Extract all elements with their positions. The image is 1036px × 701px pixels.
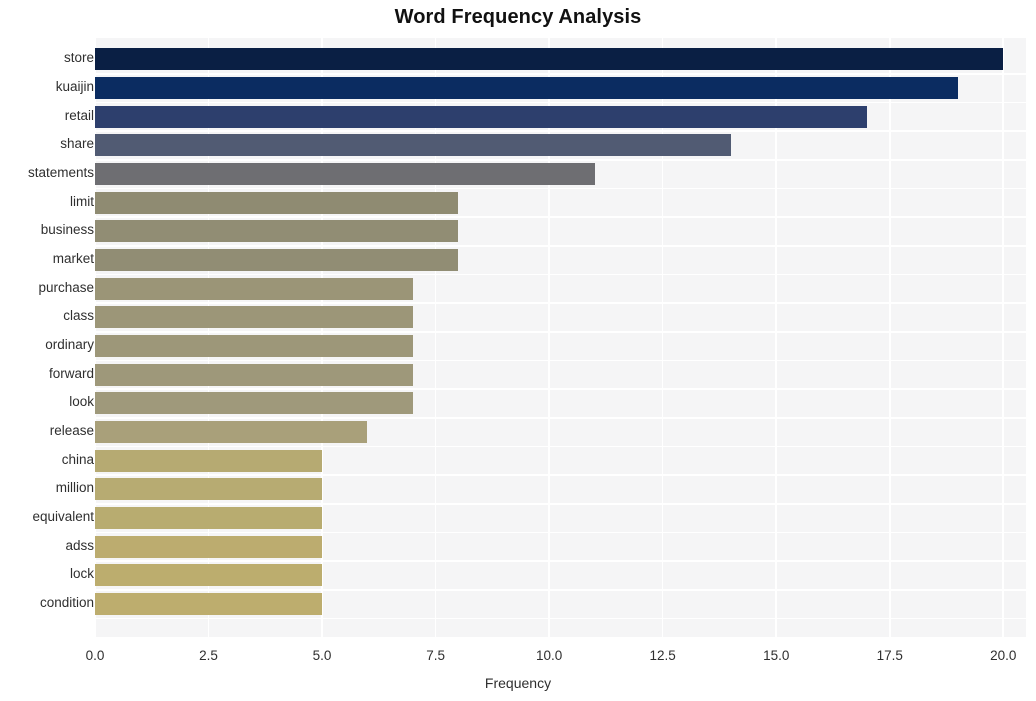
chart-title: Word Frequency Analysis: [394, 6, 642, 28]
y-tick-label-china: china: [61, 451, 94, 467]
y-gridline: [95, 617, 1026, 620]
y-tick-label-purchase: purchase: [38, 279, 94, 295]
y-gridline: [95, 359, 1026, 362]
x-tick-label-10.0: 10.0: [536, 648, 563, 663]
x-gridline: [434, 38, 437, 637]
x-tick-label-2.5: 2.5: [199, 648, 218, 663]
bar-class: [95, 306, 413, 329]
x-gridline: [1002, 38, 1005, 637]
x-axis-label: Frequency: [484, 675, 552, 691]
y-gridline: [95, 330, 1026, 333]
y-tick-label-store: store: [63, 50, 94, 66]
y-gridline: [95, 216, 1026, 218]
y-tick-label-market: market: [52, 251, 94, 267]
bar-limit: [95, 191, 459, 214]
y-gridline: [95, 273, 1026, 276]
y-gridline: [95, 244, 1026, 247]
x-gridline: [888, 38, 891, 637]
y-tick-label-class: class: [63, 308, 94, 324]
bar-equivalent: [95, 507, 323, 530]
y-gridline: [95, 159, 1026, 161]
y-gridline: [95, 130, 1026, 132]
x-gridline: [661, 38, 664, 637]
bar-kuaijin: [95, 77, 958, 100]
bar-retail: [95, 105, 868, 128]
y-gridline: [95, 445, 1026, 448]
y-gridline: [95, 73, 1026, 75]
y-tick-label-condition: condition: [39, 595, 94, 611]
y-gridline: [95, 588, 1026, 591]
bar-million: [95, 478, 323, 501]
bar-statements: [95, 163, 595, 186]
y-tick-label-share: share: [60, 136, 94, 152]
bar-ordinary: [95, 335, 413, 358]
y-tick-label-business: business: [40, 222, 94, 238]
x-tick-label-12.5: 12.5: [649, 648, 676, 663]
bar-look: [95, 392, 413, 415]
x-gridline: [548, 38, 550, 637]
y-tick-label-forward: forward: [48, 365, 94, 381]
x-gridline: [775, 38, 777, 637]
bar-forward: [95, 363, 413, 386]
plot-area: [95, 38, 1026, 637]
y-gridline: [95, 101, 1026, 104]
y-tick-label-limit: limit: [70, 193, 94, 209]
y-gridline: [95, 302, 1026, 304]
y-tick-label-million: million: [55, 480, 94, 496]
x-tick-label-7.5: 7.5: [426, 648, 445, 663]
x-tick-label-5.0: 5.0: [312, 648, 332, 663]
bar-store: [95, 48, 1004, 71]
bar-purchase: [95, 277, 413, 300]
y-tick-label-adss: adss: [65, 537, 94, 553]
y-tick-label-look: look: [69, 394, 94, 410]
y-tick-label-kuaijin: kuaijin: [55, 79, 94, 95]
chart-figure: Word Frequency Analysis store kuaijin reta…: [0, 0, 1036, 701]
y-tick-label-statements: statements: [27, 165, 94, 181]
y-gridline: [95, 388, 1026, 390]
y-tick-label-lock: lock: [69, 566, 94, 582]
y-gridline: [95, 502, 1026, 505]
y-tick-label-ordinary: ordinary: [45, 337, 94, 353]
y-gridline: [95, 474, 1026, 476]
y-tick-label-equivalent: equivalent: [32, 509, 94, 525]
x-tick-label-20.0: 20.0: [990, 648, 1017, 663]
y-gridline: [95, 531, 1026, 534]
y-tick-label-release: release: [49, 423, 94, 439]
bar-business: [95, 220, 459, 243]
bar-lock: [95, 564, 323, 587]
y-gridline: [95, 187, 1026, 190]
x-tick-label-15.0: 15.0: [763, 648, 790, 663]
bar-release: [95, 421, 368, 444]
bar-adss: [95, 535, 323, 558]
x-tick-label-0.0: 0.0: [85, 648, 105, 663]
y-gridline: [95, 560, 1026, 562]
bar-share: [95, 134, 731, 157]
x-tick-label-17.5: 17.5: [876, 648, 903, 663]
y-tick-label-retail: retail: [64, 107, 94, 123]
bar-china: [95, 449, 323, 472]
bar-condition: [95, 593, 323, 616]
bar-market: [95, 249, 459, 272]
y-gridline: [95, 416, 1026, 419]
